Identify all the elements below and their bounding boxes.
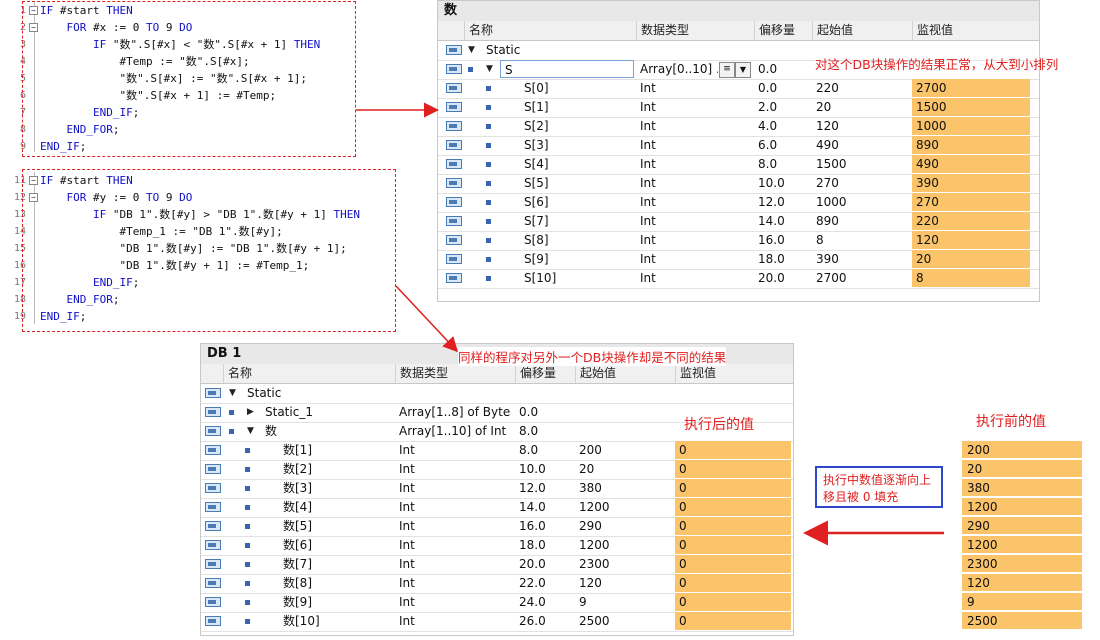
arrow-code2-to-note [395,285,459,353]
arrow-overlay [356,102,944,546]
